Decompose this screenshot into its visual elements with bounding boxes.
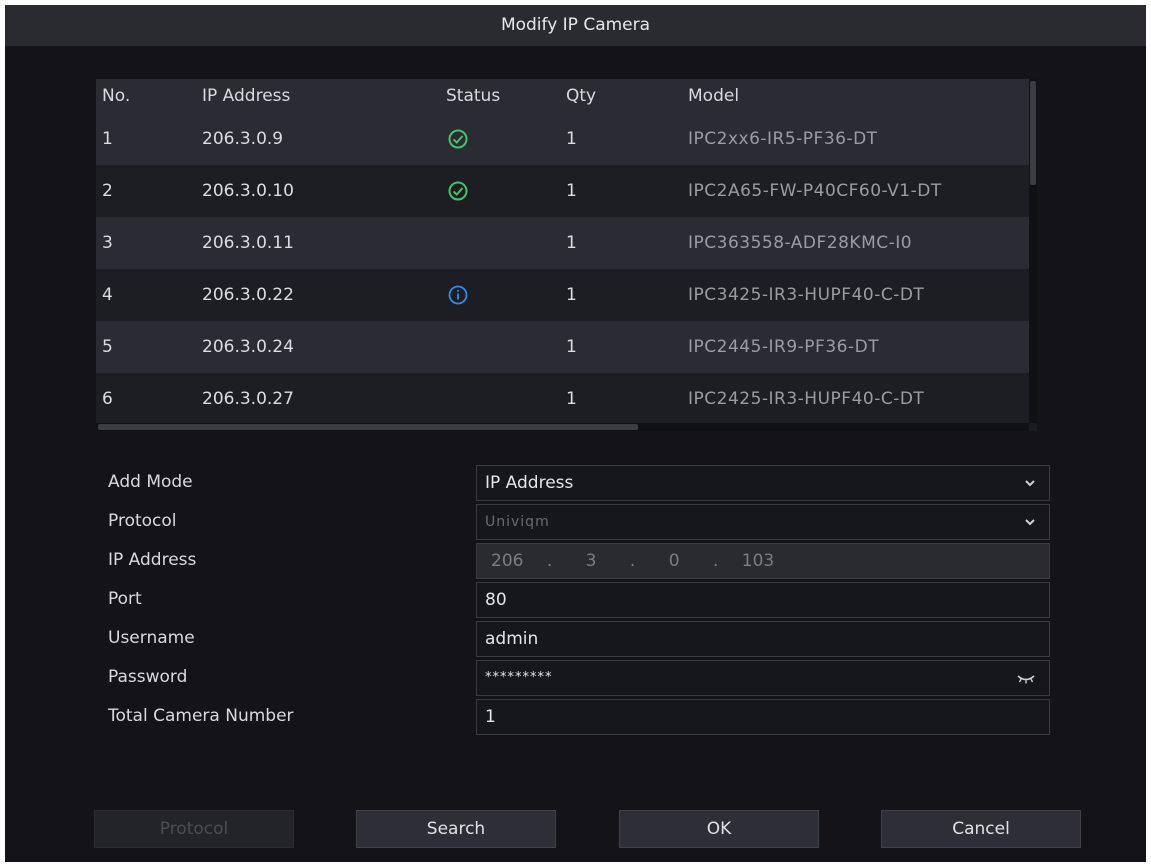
row-no: 4	[102, 285, 113, 305]
password-input[interactable]: *********	[476, 660, 1050, 696]
protocol-value: Univiqm	[485, 514, 550, 530]
chevron-down-icon	[1025, 480, 1035, 487]
ip-octet-4: 103	[741, 551, 775, 571]
check-circle-icon	[448, 181, 468, 201]
table-row[interactable]: 4 206.3.0.22 1 IPC3425-IR3-HUPF40-C-DT	[96, 269, 1029, 321]
search-button[interactable]: Search	[356, 810, 556, 848]
row-ip-address: 206.3.0.11	[202, 233, 294, 253]
modify-ip-camera-dialog: Modify IP Camera No. IP Address Status Q…	[5, 5, 1146, 862]
row-qty: 1	[566, 181, 577, 201]
protocol-select[interactable]: Univiqm	[476, 504, 1050, 540]
row-ip-address: 206.3.0.10	[202, 181, 294, 201]
row-ip-address: 206.3.0.22	[202, 285, 294, 305]
row-no: 5	[102, 337, 113, 357]
add-mode-select[interactable]: IP Address	[476, 465, 1050, 501]
row-ip-address: 206.3.0.24	[202, 337, 294, 357]
row-ip-address: 206.3.0.9	[202, 129, 284, 149]
table-row[interactable]: 1 206.3.0.9 1 IPC2xx6-IR5-PF36-DT	[96, 113, 1029, 165]
ip-dot: .	[712, 551, 719, 571]
ip-octet-3: 0	[668, 551, 680, 571]
total-camera-number-value: 1	[485, 707, 496, 727]
row-no: 3	[102, 233, 113, 253]
protocol-label: Protocol	[108, 511, 177, 531]
table-row[interactable]: 2 206.3.0.10 1 IPC2A65-FW-P40CF60-V1-DT	[96, 165, 1029, 217]
column-header-ip-address: IP Address	[202, 86, 291, 106]
username-label: Username	[108, 628, 195, 648]
cancel-button[interactable]: Cancel	[881, 810, 1081, 848]
row-model: IPC363558-ADF28KMC-I0	[688, 233, 913, 253]
port-input[interactable]: 80	[476, 582, 1050, 618]
port-value: 80	[485, 590, 507, 610]
row-qty: 1	[566, 389, 577, 409]
ok-button[interactable]: OK	[619, 810, 819, 848]
column-header-no: No.	[102, 86, 131, 106]
row-ip-address: 206.3.0.27	[202, 389, 294, 409]
row-model: IPC2A65-FW-P40CF60-V1-DT	[688, 181, 942, 201]
table-row[interactable]: 3 206.3.0.11 1 IPC363558-ADF28KMC-I0	[96, 217, 1029, 269]
row-qty: 1	[566, 129, 577, 149]
column-header-model: Model	[688, 86, 740, 106]
ip-dot: .	[546, 551, 553, 571]
username-value: admin	[485, 629, 539, 649]
column-header-qty: Qty	[566, 86, 597, 106]
ip-octet-2: 3	[585, 551, 597, 571]
protocol-button[interactable]: Protocol	[94, 810, 294, 848]
ip-octet-1: 206	[491, 551, 524, 571]
row-model: IPC2xx6-IR5-PF36-DT	[688, 129, 878, 149]
camera-table: No. IP Address Status Qty Model 1 206.3.…	[96, 79, 1037, 431]
chevron-down-icon	[1025, 519, 1035, 526]
password-value: *********	[485, 670, 553, 685]
column-header-status: Status	[446, 86, 501, 106]
horizontal-scrollbar-thumb[interactable]	[98, 424, 638, 430]
dialog-title: Modify IP Camera	[5, 5, 1146, 46]
eye-closed-icon[interactable]	[1015, 670, 1037, 686]
check-circle-icon	[448, 129, 468, 149]
add-mode-value: IP Address	[485, 473, 574, 493]
row-model: IPC2425-IR3-HUPF40-C-DT	[688, 389, 925, 409]
total-camera-number-label: Total Camera Number	[108, 706, 294, 726]
row-qty: 1	[566, 233, 577, 253]
row-qty: 1	[566, 337, 577, 357]
row-no: 1	[102, 129, 113, 149]
table-header: No. IP Address Status Qty Model	[96, 79, 1029, 113]
row-no: 2	[102, 181, 113, 201]
info-circle-icon[interactable]	[448, 285, 468, 305]
row-model: IPC3425-IR3-HUPF40-C-DT	[688, 285, 925, 305]
row-no: 6	[102, 389, 113, 409]
username-input[interactable]: admin	[476, 621, 1050, 657]
ip-address-field[interactable]: 206 . 3 . 0 . 103	[476, 543, 1050, 579]
add-mode-label: Add Mode	[108, 472, 193, 492]
total-camera-number-input[interactable]: 1	[476, 699, 1050, 735]
port-label: Port	[108, 589, 142, 609]
row-model: IPC2445-IR9-PF36-DT	[688, 337, 880, 357]
ip-dot: .	[629, 551, 636, 571]
table-row[interactable]: 6 206.3.0.27 1 IPC2425-IR3-HUPF40-C-DT	[96, 373, 1029, 423]
vertical-scrollbar-thumb[interactable]	[1030, 81, 1036, 185]
row-qty: 1	[566, 285, 577, 305]
password-label: Password	[108, 667, 188, 687]
table-row[interactable]: 5 206.3.0.24 1 IPC2445-IR9-PF36-DT	[96, 321, 1029, 373]
ip-address-label: IP Address	[108, 550, 197, 570]
